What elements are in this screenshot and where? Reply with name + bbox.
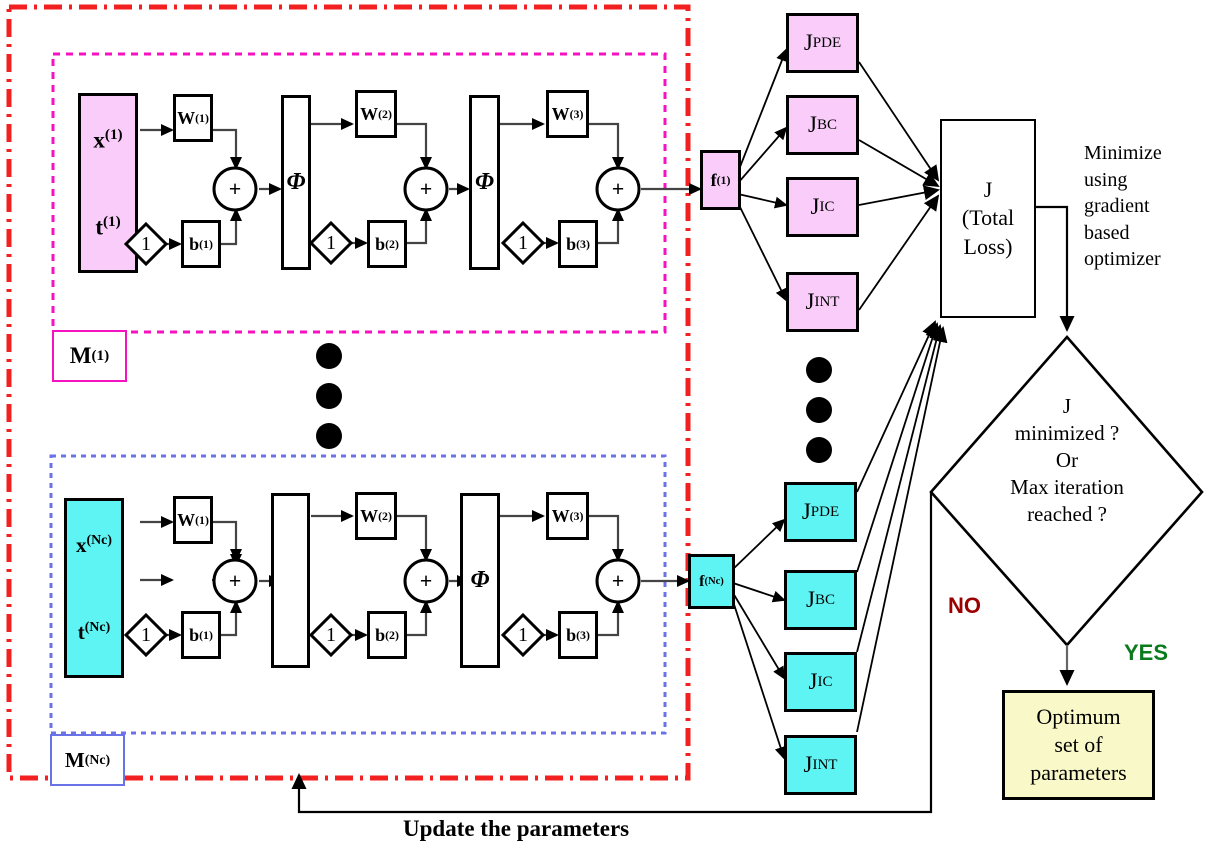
weight-box-top-3: W (3) bbox=[546, 90, 589, 138]
sum-node-top-1: + bbox=[212, 166, 258, 212]
input-t-top: t(1) bbox=[95, 212, 121, 240]
decision-line-4: Max iteration bbox=[1010, 474, 1124, 499]
optimizer-note-line-3: gradient bbox=[1084, 195, 1150, 218]
optimizer-note-line-4: based bbox=[1084, 221, 1130, 244]
optimum-line-2: set of bbox=[1054, 731, 1103, 757]
bias-box-top-2: b (2) bbox=[367, 220, 407, 268]
decision-text: J minimized ? Or Max iteration reached ? bbox=[962, 393, 1172, 527]
bias-one-diamond-bottom-3: 1 bbox=[501, 613, 545, 657]
ellipsis-dot-networks-1 bbox=[316, 343, 342, 369]
sum-node-bottom-3: + bbox=[595, 558, 641, 604]
output-box-top: f (1) bbox=[700, 150, 741, 210]
group-label-top: M (1) bbox=[52, 330, 127, 382]
weight-box-top-1: W (1) bbox=[173, 94, 213, 142]
ellipsis-dot-losses-3 bbox=[806, 437, 832, 463]
loss-box-top-bc: J BC bbox=[786, 95, 859, 155]
total-loss-box: J (Total Loss) bbox=[940, 119, 1036, 318]
bias-one-diamond-top-3: 1 bbox=[501, 221, 545, 265]
input-bar-bottom: x(Nc) t(Nc) bbox=[64, 498, 124, 678]
branch-label-yes: YES bbox=[1124, 640, 1169, 665]
ellipsis-dot-networks-3 bbox=[316, 423, 342, 449]
sum-node-bottom-2: + bbox=[403, 558, 449, 604]
weight-box-top-2: W (2) bbox=[355, 90, 397, 138]
decision-line-3: Or bbox=[1055, 447, 1079, 472]
ellipsis-dot-losses-2 bbox=[806, 397, 832, 423]
optimum-line-1: Optimum bbox=[1036, 703, 1121, 729]
ellipsis-dot-networks-2 bbox=[316, 383, 342, 409]
total-loss-line-1: J bbox=[983, 176, 993, 202]
bias-box-bottom-3: b (3) bbox=[558, 611, 598, 659]
weight-box-bottom-3: W (3) bbox=[546, 492, 589, 540]
activation-box-top-1: Φ bbox=[281, 95, 311, 270]
optimum-box: Optimum set of parameters bbox=[1002, 690, 1155, 800]
activation-box-bottom-2: Φ bbox=[460, 493, 500, 668]
loss-box-top-pde: J PDE bbox=[786, 13, 859, 73]
sum-node-bottom-1: + bbox=[212, 558, 258, 604]
bias-box-top-1: b (1) bbox=[181, 220, 221, 268]
total-loss-line-2: (Total bbox=[961, 205, 1015, 231]
loss-box-bottom-int: J INT bbox=[784, 735, 857, 795]
branch-label-no: NO bbox=[948, 593, 981, 618]
bias-box-bottom-2: b (2) bbox=[367, 611, 407, 659]
weight-box-bottom-1: W (1) bbox=[173, 496, 213, 544]
sum-node-top-3: + bbox=[595, 166, 641, 212]
group-label-bottom: M (Nc) bbox=[50, 734, 125, 786]
loss-box-top-ic: J IC bbox=[786, 177, 859, 237]
loss-box-bottom-pde: J PDE bbox=[784, 482, 857, 542]
bias-box-top-3: b (3) bbox=[558, 220, 598, 268]
diagram-canvas: x(1) t(1) W (1) W (2) W (3) b (1) b (2) b (3) … bbox=[0, 0, 1212, 852]
decision-line-2: minimized ? bbox=[1014, 420, 1120, 445]
input-t-bottom: t(Nc) bbox=[77, 618, 111, 644]
optimizer-note-line-5: optimizer bbox=[1084, 248, 1161, 271]
bias-one-diamond-top-1: 1 bbox=[124, 222, 168, 266]
bias-one-diamond-bottom-2: 1 bbox=[309, 613, 353, 657]
loss-box-bottom-ic: J IC bbox=[784, 652, 857, 712]
weight-box-bottom-2: W (2) bbox=[355, 492, 397, 540]
optimum-line-3: parameters bbox=[1030, 760, 1127, 786]
decision-line-1: J bbox=[1062, 394, 1072, 418]
input-x-bottom: x(Nc) bbox=[76, 531, 112, 557]
output-box-bottom: f (Nc) bbox=[688, 554, 735, 609]
loss-box-bottom-bc: J BC bbox=[784, 570, 857, 630]
total-loss-line-3: Loss) bbox=[963, 233, 1013, 259]
bias-one-diamond-top-2: 1 bbox=[309, 221, 353, 265]
input-x-top: x(1) bbox=[93, 125, 123, 153]
feedback-label: Update the parameters bbox=[403, 816, 630, 841]
bias-box-bottom-1: b (1) bbox=[181, 611, 221, 659]
sum-node-top-2: + bbox=[403, 166, 449, 212]
decision-line-5: reached ? bbox=[1027, 501, 1107, 526]
ellipsis-dot-losses-1 bbox=[806, 357, 832, 383]
optimizer-note: Minimize using gradient based optimizer bbox=[1084, 140, 1212, 273]
optimizer-note-line-1: Minimize bbox=[1084, 142, 1162, 164]
optimizer-note-line-2: using bbox=[1084, 168, 1128, 191]
loss-box-top-int: J INT bbox=[786, 272, 859, 332]
activation-box-top-2: Φ bbox=[469, 95, 500, 270]
bias-one-diamond-bottom-1: 1 bbox=[124, 613, 168, 657]
activation-box-bottom-1: Φ bbox=[271, 493, 310, 668]
